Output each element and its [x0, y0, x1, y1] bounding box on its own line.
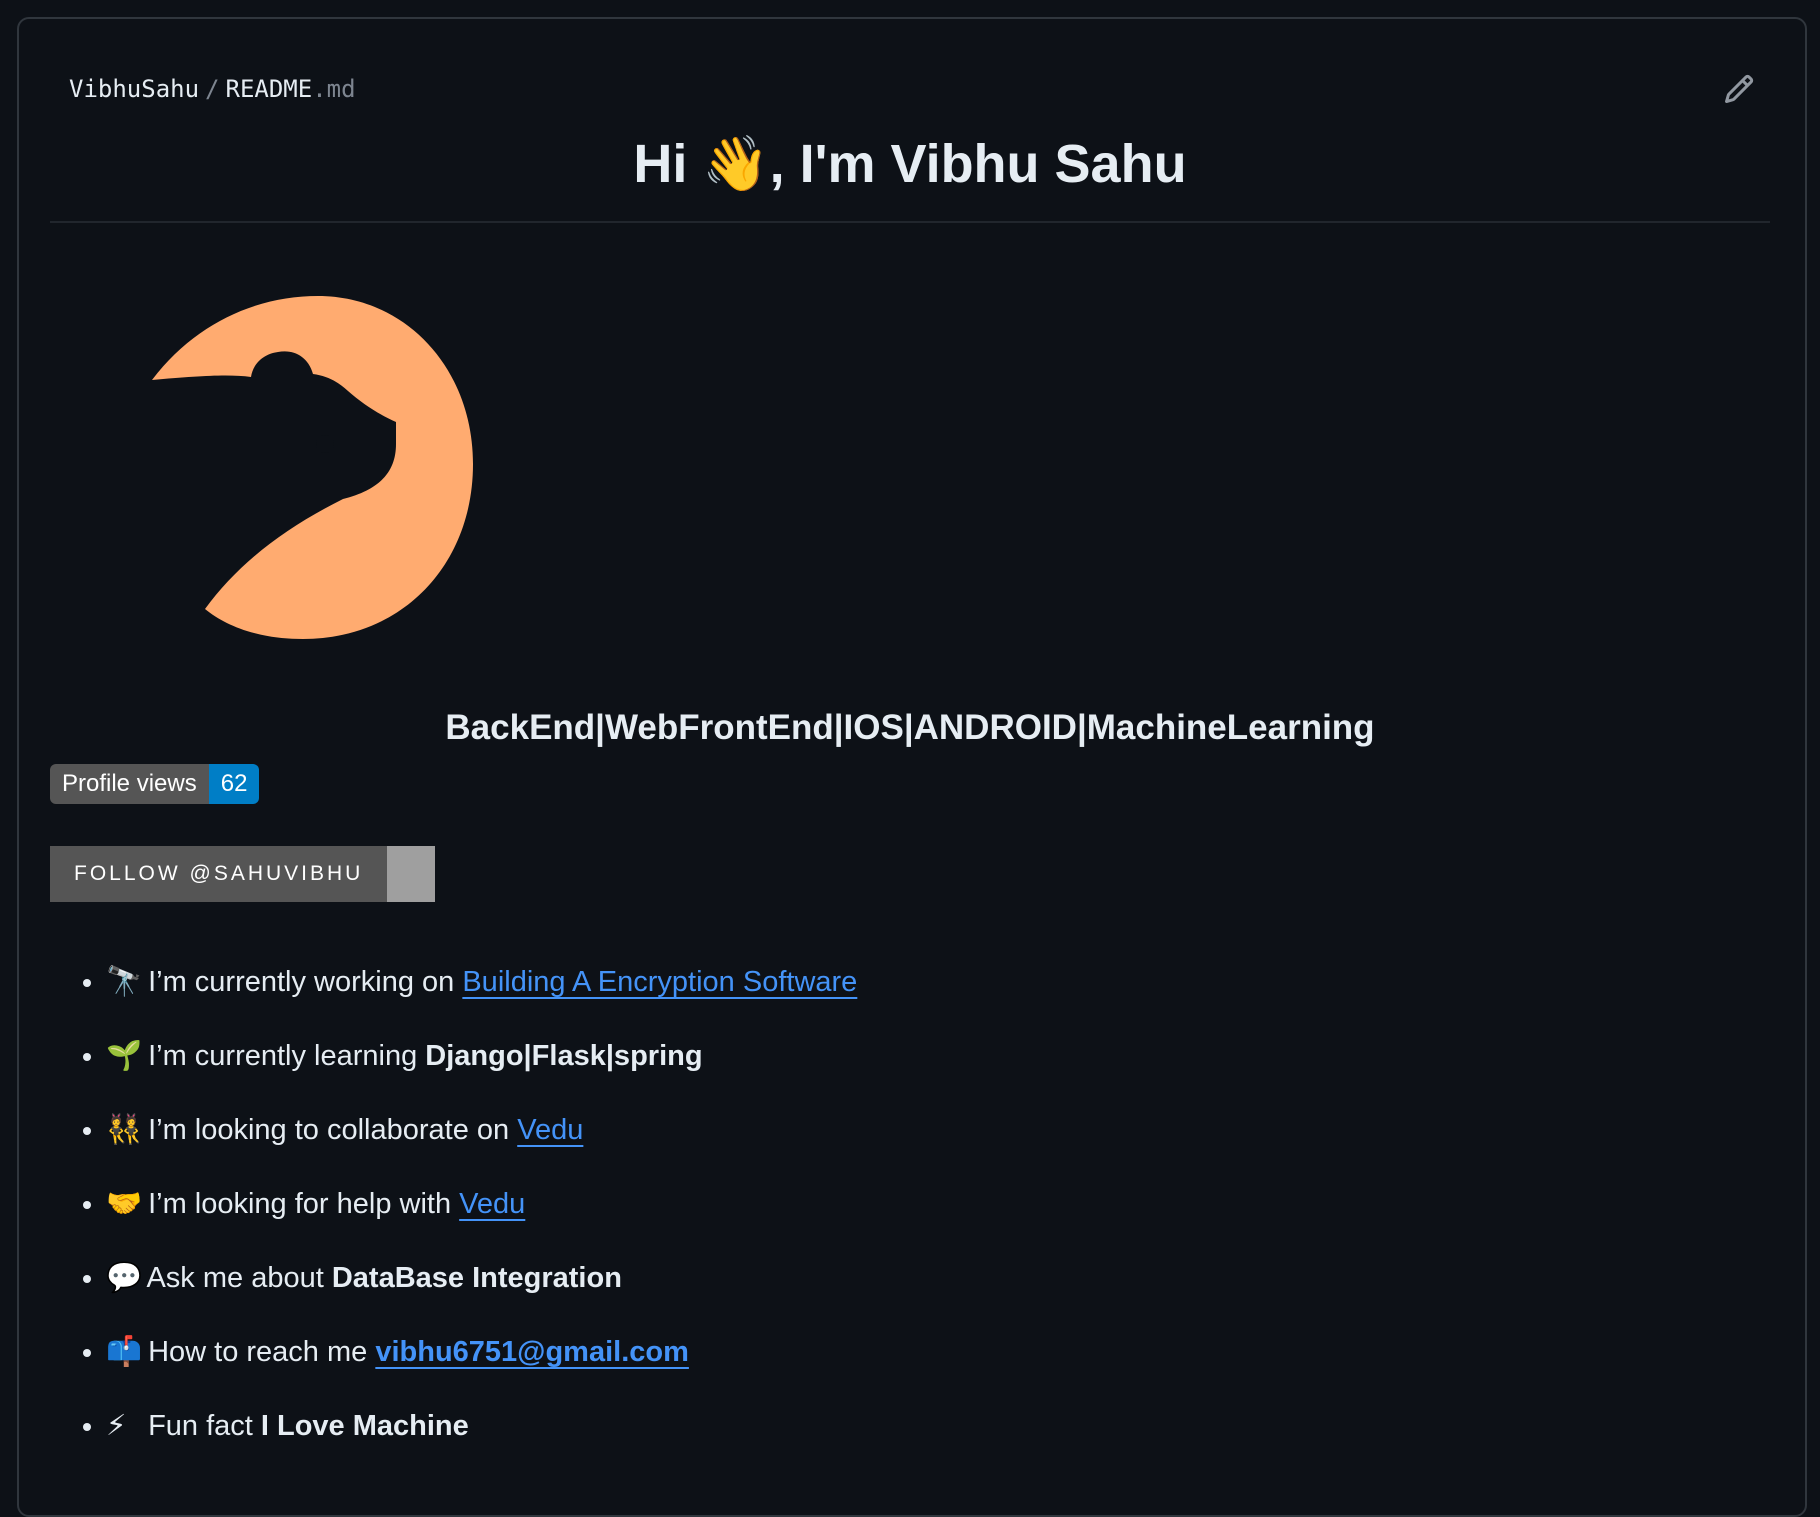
- follow-count-box: [387, 846, 436, 902]
- handshake-icon: 🤝: [106, 1188, 143, 1220]
- breadcrumb-owner[interactable]: VibhuSahu: [69, 75, 199, 103]
- fact-text: Ask me about: [146, 1262, 332, 1294]
- follow-button-label: FOLLOW @SAHUVIBHU: [50, 846, 388, 902]
- list-item: 📫 How to reach me vibhu6751@gmail.com: [106, 1315, 857, 1389]
- learning-bold: Django|Flask|spring: [425, 1040, 703, 1072]
- breadcrumb-file-ext: .md: [312, 75, 356, 103]
- list-item: 🤝 I’m looking for help with Vedu: [106, 1167, 857, 1241]
- title-divider: [50, 221, 1770, 223]
- readme-header: VibhuSahu / README .md: [69, 69, 1755, 109]
- fact-text: How to reach me: [148, 1336, 376, 1368]
- telescope-icon: 🔭: [106, 966, 143, 998]
- fact-text: Fun fact: [148, 1410, 261, 1442]
- tagline: BackEnd|WebFrontEnd|IOS|ANDROID|MachineL…: [445, 708, 1375, 747]
- bear-moon-logo: [152, 296, 473, 639]
- breadcrumb-separator: /: [205, 75, 220, 103]
- profile-views-label: Profile views: [50, 764, 209, 804]
- follow-button[interactable]: FOLLOW @SAHUVIBHU: [50, 846, 436, 902]
- list-item: 💬 Ask me about DataBase Integration: [106, 1241, 857, 1315]
- fact-text: I’m looking for help with: [148, 1188, 460, 1220]
- working-on-link[interactable]: Building A Encryption Software: [462, 966, 857, 998]
- list-item: ⚡ Fun fact I Love Machine: [106, 1389, 857, 1463]
- fact-text: I’m currently working on: [148, 966, 463, 998]
- collaborate-link[interactable]: Vedu: [517, 1114, 583, 1146]
- fun-fact-bold: I Love Machine: [260, 1410, 469, 1442]
- facts-list: 🔭 I’m currently working on Building A En…: [50, 945, 857, 1463]
- fact-text: I’m looking to collaborate on: [148, 1114, 518, 1146]
- email-link[interactable]: vibhu6751@gmail.com: [375, 1336, 689, 1368]
- breadcrumb-file-name[interactable]: README: [226, 75, 313, 103]
- seedling-icon: 🌱: [106, 1040, 143, 1072]
- profile-views-badge: Profile views 62: [50, 764, 260, 804]
- page-title: Hi 👋, I'm Vibhu Sahu: [633, 134, 1187, 194]
- speech-bubble-icon: 💬: [106, 1262, 143, 1294]
- list-item: 🔭 I’m currently working on Building A En…: [106, 945, 857, 1019]
- people-icon: 👯: [106, 1114, 143, 1146]
- lightning-icon: ⚡: [106, 1410, 127, 1442]
- fact-text: I’m currently learning: [148, 1040, 426, 1072]
- pencil-icon[interactable]: [1723, 73, 1755, 105]
- list-item: 👯 I’m looking to collaborate on Vedu: [106, 1093, 857, 1167]
- ask-about-bold: DataBase Integration: [331, 1262, 622, 1294]
- mailbox-icon: 📫: [106, 1336, 143, 1368]
- help-link[interactable]: Vedu: [459, 1188, 525, 1220]
- profile-views-count: 62: [208, 764, 260, 804]
- list-item: 🌱 I’m currently learning Django|Flask|sp…: [106, 1019, 857, 1093]
